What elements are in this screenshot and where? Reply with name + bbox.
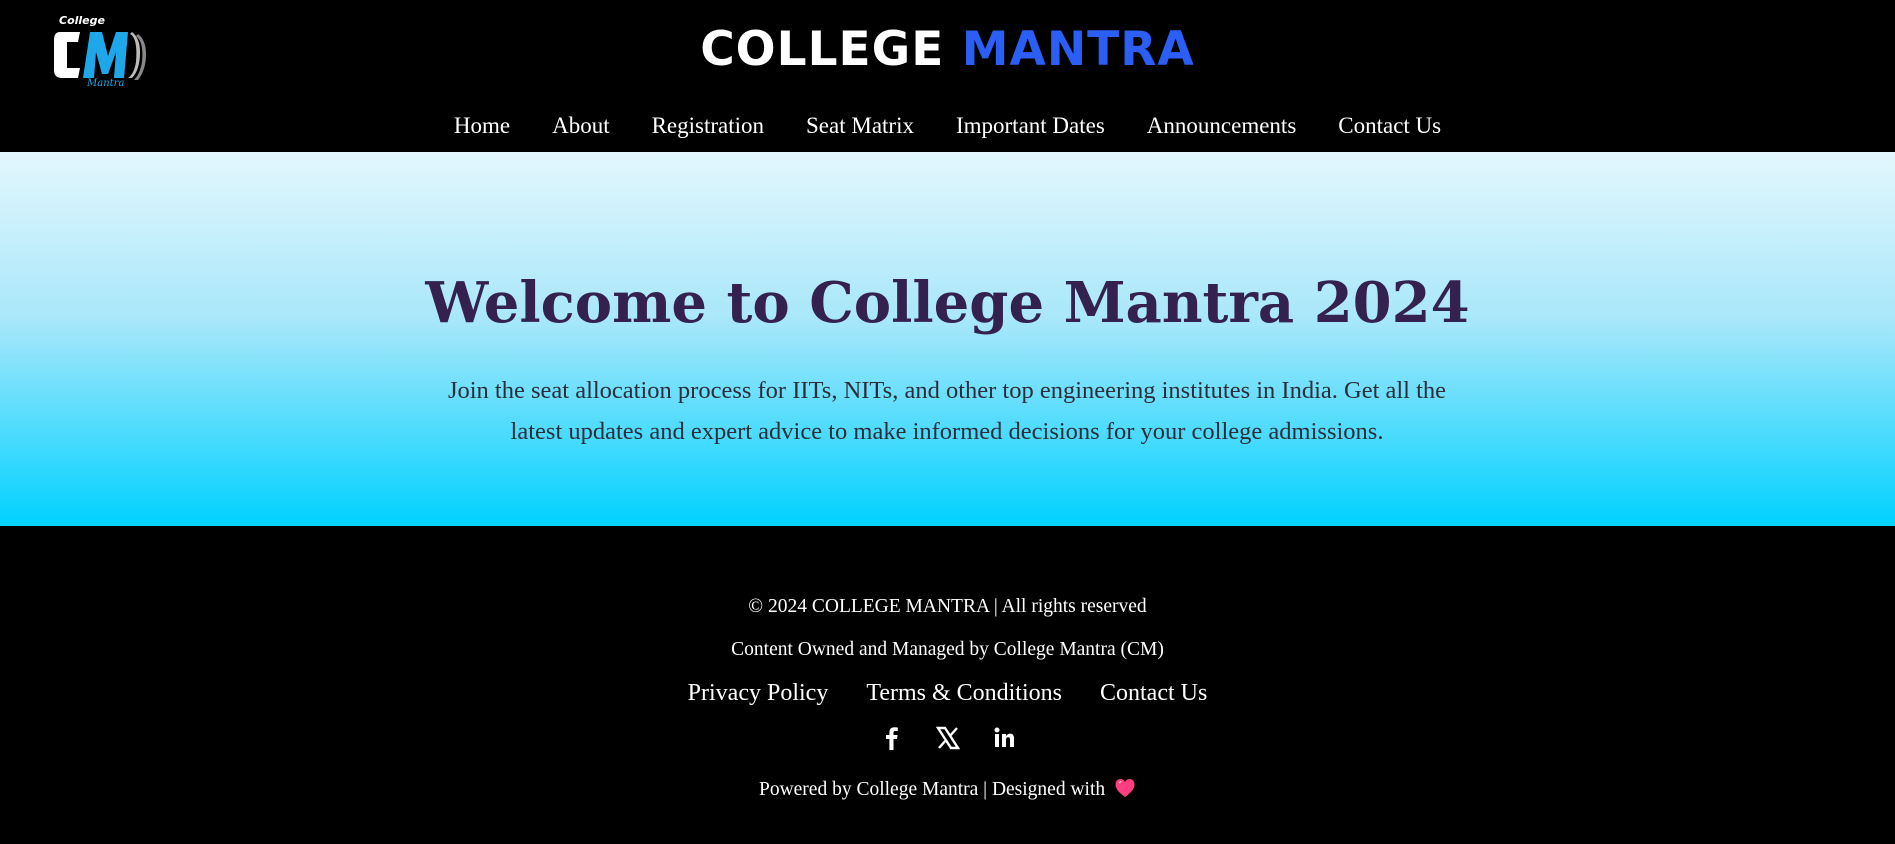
logo-bottom-text: Mantra bbox=[87, 78, 125, 89]
nav-important-dates[interactable]: Important Dates bbox=[935, 112, 1126, 140]
footer-copyright: © 2024 COLLEGE MANTRA | All rights reser… bbox=[748, 596, 1147, 617]
nav-seat-matrix[interactable]: Seat Matrix bbox=[785, 112, 935, 140]
heart-icon bbox=[1114, 778, 1136, 804]
footer-link-terms-conditions[interactable]: Terms & Conditions bbox=[847, 680, 1081, 707]
footer-powered-by: Powered by College Mantra | Designed wit… bbox=[0, 778, 1895, 804]
main-nav: Home About Registration Seat Matrix Impo… bbox=[0, 112, 1895, 140]
nav-contact-us[interactable]: Contact Us bbox=[1317, 112, 1462, 140]
hero-heading: Welcome to College Mantra 2024 bbox=[425, 270, 1470, 336]
site-footer: © 2024 COLLEGE MANTRA | All rights reser… bbox=[0, 526, 1895, 844]
nav-registration[interactable]: Registration bbox=[631, 112, 785, 140]
footer-social-links bbox=[0, 724, 1895, 752]
linkedin-icon[interactable] bbox=[990, 724, 1018, 752]
footer-owned-by: Content Owned and Managed by College Man… bbox=[731, 639, 1164, 660]
site-header: College Mantra COLLEGE MANTRA Home About… bbox=[0, 0, 1895, 152]
nav-announcements[interactable]: Announcements bbox=[1126, 112, 1317, 140]
site-title-part2: MANTRA bbox=[961, 22, 1195, 77]
nav-about[interactable]: About bbox=[531, 112, 631, 140]
facebook-icon[interactable] bbox=[878, 724, 906, 752]
site-title: COLLEGE MANTRA bbox=[0, 22, 1895, 77]
hero-description: Join the seat allocation process for IIT… bbox=[447, 377, 1447, 445]
footer-links: Privacy Policy Terms & Conditions Contac… bbox=[0, 680, 1895, 707]
footer-powered-text: Powered by College Mantra | Designed wit… bbox=[758, 779, 1106, 800]
site-title-part1: COLLEGE bbox=[700, 22, 945, 77]
hero-section: Welcome to College Mantra 2024 Join the … bbox=[0, 152, 1895, 526]
x-icon[interactable] bbox=[934, 724, 962, 752]
footer-link-privacy-policy[interactable]: Privacy Policy bbox=[669, 680, 848, 707]
footer-link-contact-us[interactable]: Contact Us bbox=[1081, 680, 1226, 707]
nav-home[interactable]: Home bbox=[433, 112, 531, 140]
